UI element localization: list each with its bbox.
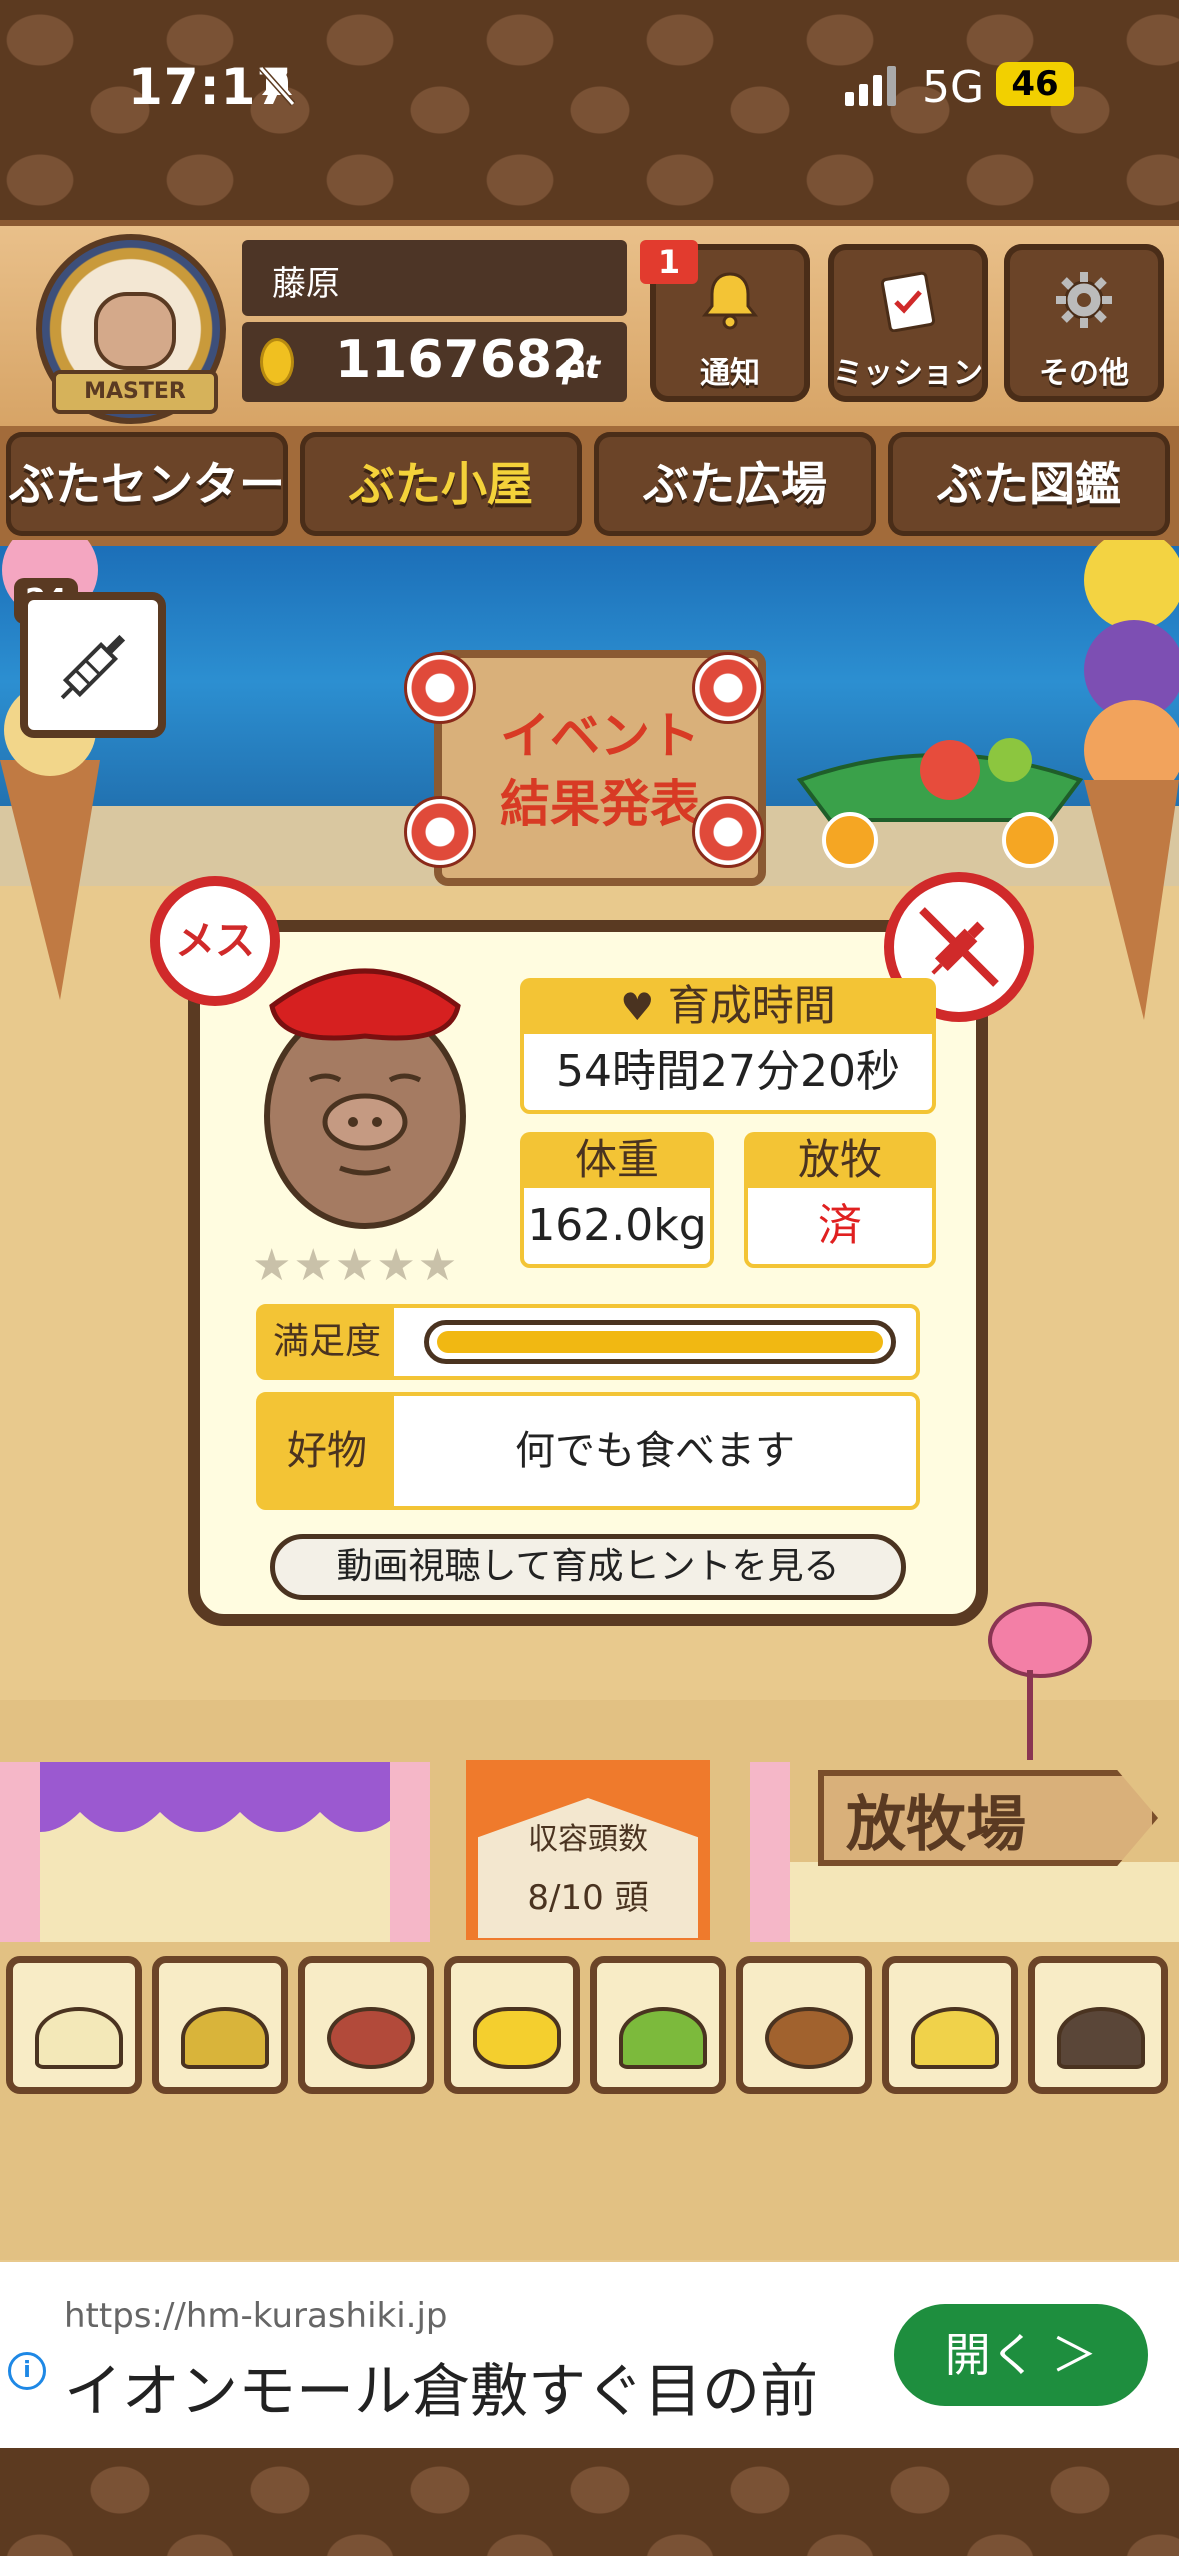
pig-portrait	[264, 968, 466, 1229]
food-slot-corn[interactable]	[444, 1956, 580, 2094]
ice-cream-decoration	[1084, 540, 1179, 1020]
growth-time-label: 育成時間	[667, 981, 836, 1030]
sweet-potato-icon	[327, 2007, 415, 2069]
satisfaction-row: 満足度	[256, 1304, 920, 1380]
mute-bell-icon	[258, 66, 296, 106]
food-slot-mixed-grain[interactable]	[152, 1956, 288, 2094]
syringe-icon	[60, 634, 126, 700]
notification-count-badge: 1	[640, 240, 698, 284]
mixed-grain-icon	[181, 2007, 269, 2069]
ad-url: https://hm-kurashiki.jp	[64, 2296, 448, 2336]
favorite-value: 何でも食べます	[515, 1428, 795, 1474]
herb-icon	[619, 2007, 707, 2069]
bell-icon	[701, 272, 759, 330]
tab-buta-zukan[interactable]: ぶた図鑑	[888, 432, 1170, 536]
other-button[interactable]: その他	[1004, 244, 1164, 402]
ad-open-button[interactable]: 開く ＞	[894, 2304, 1148, 2406]
mission-button[interactable]: ミッション	[828, 244, 988, 402]
notify-label: 通知	[700, 356, 760, 391]
growth-time-header: ♥ 育成時間	[520, 978, 936, 1034]
favorite-food-row: 好物 何でも食べます	[256, 1392, 920, 1510]
fruit-cart-icon	[796, 738, 1084, 868]
heart-icon: ♥	[620, 985, 655, 1029]
grazing-value: 済	[744, 1184, 936, 1268]
satisfaction-label: 満足度	[260, 1308, 394, 1376]
tab-buta-center[interactable]: ぶたセンター	[6, 432, 288, 536]
pig-face-icon	[94, 292, 176, 370]
corn-icon	[473, 2007, 561, 2069]
soybean-icon	[911, 2007, 999, 2069]
battery-level: 46	[996, 62, 1074, 106]
rose-icon	[404, 796, 476, 868]
network-type: 5G	[922, 62, 985, 113]
flamingo-decoration	[988, 1602, 1092, 1760]
signal-icon	[845, 66, 896, 106]
status-bar: 17:17 5G 46	[0, 0, 1179, 170]
tab-buta-koya[interactable]: ぶた小屋	[300, 432, 582, 536]
rose-icon	[692, 652, 764, 724]
food-slot-soybean[interactable]	[882, 1956, 1018, 2094]
gear-icon	[1056, 272, 1112, 328]
watch-video-hint-button[interactable]: 動画視聴して育成ヒントを見る	[270, 1534, 906, 1600]
capacity-title: 収容頭数	[528, 1822, 648, 1857]
satisfaction-bar-fill	[437, 1331, 883, 1353]
food-slot-herb[interactable]	[590, 1956, 726, 2094]
food-slot-sweet-potato[interactable]	[298, 1956, 434, 2094]
capacity-value: 8/10 頭	[527, 1878, 649, 1918]
food-slot-acorn[interactable]	[736, 1956, 872, 2094]
growth-time-value: 54時間27分20秒	[520, 1030, 936, 1114]
points-value: 1167682	[335, 330, 589, 390]
grazing-label: 放牧	[744, 1132, 936, 1188]
favorite-label: 好物	[260, 1396, 394, 1506]
syringe-button[interactable]	[20, 592, 166, 738]
clipboard-icon	[880, 271, 936, 332]
ranch-sign-label: 放牧場	[846, 1790, 1026, 1860]
acorn-icon	[765, 2007, 853, 2069]
rank-badge: MASTER	[52, 370, 218, 414]
weight-value: 162.0kg	[520, 1184, 714, 1268]
truffle-icon	[1057, 2007, 1145, 2069]
rose-icon	[692, 796, 764, 868]
food-slot-grain[interactable]	[6, 1956, 142, 2094]
player-avatar[interactable]: MASTER	[36, 234, 226, 424]
grain-icon	[35, 2007, 123, 2069]
coin-icon	[260, 338, 294, 386]
food-slot-truffle[interactable]	[1028, 1956, 1168, 2094]
weight-label: 体重	[520, 1132, 714, 1188]
player-name: 藤原	[272, 264, 340, 304]
ad-info-icon[interactable]: i	[8, 2352, 46, 2390]
rating-stars: ★★★★★	[252, 1240, 460, 1291]
other-label: その他	[1039, 356, 1129, 391]
ad-title: イオンモール倉敷すぐ目の前	[64, 2357, 819, 2425]
mission-label: ミッション	[833, 356, 983, 391]
points-unit: pt	[562, 348, 601, 386]
satisfaction-bar	[424, 1320, 896, 1364]
rose-icon	[404, 652, 476, 724]
tab-buta-hiroba[interactable]: ぶた広場	[594, 432, 876, 536]
